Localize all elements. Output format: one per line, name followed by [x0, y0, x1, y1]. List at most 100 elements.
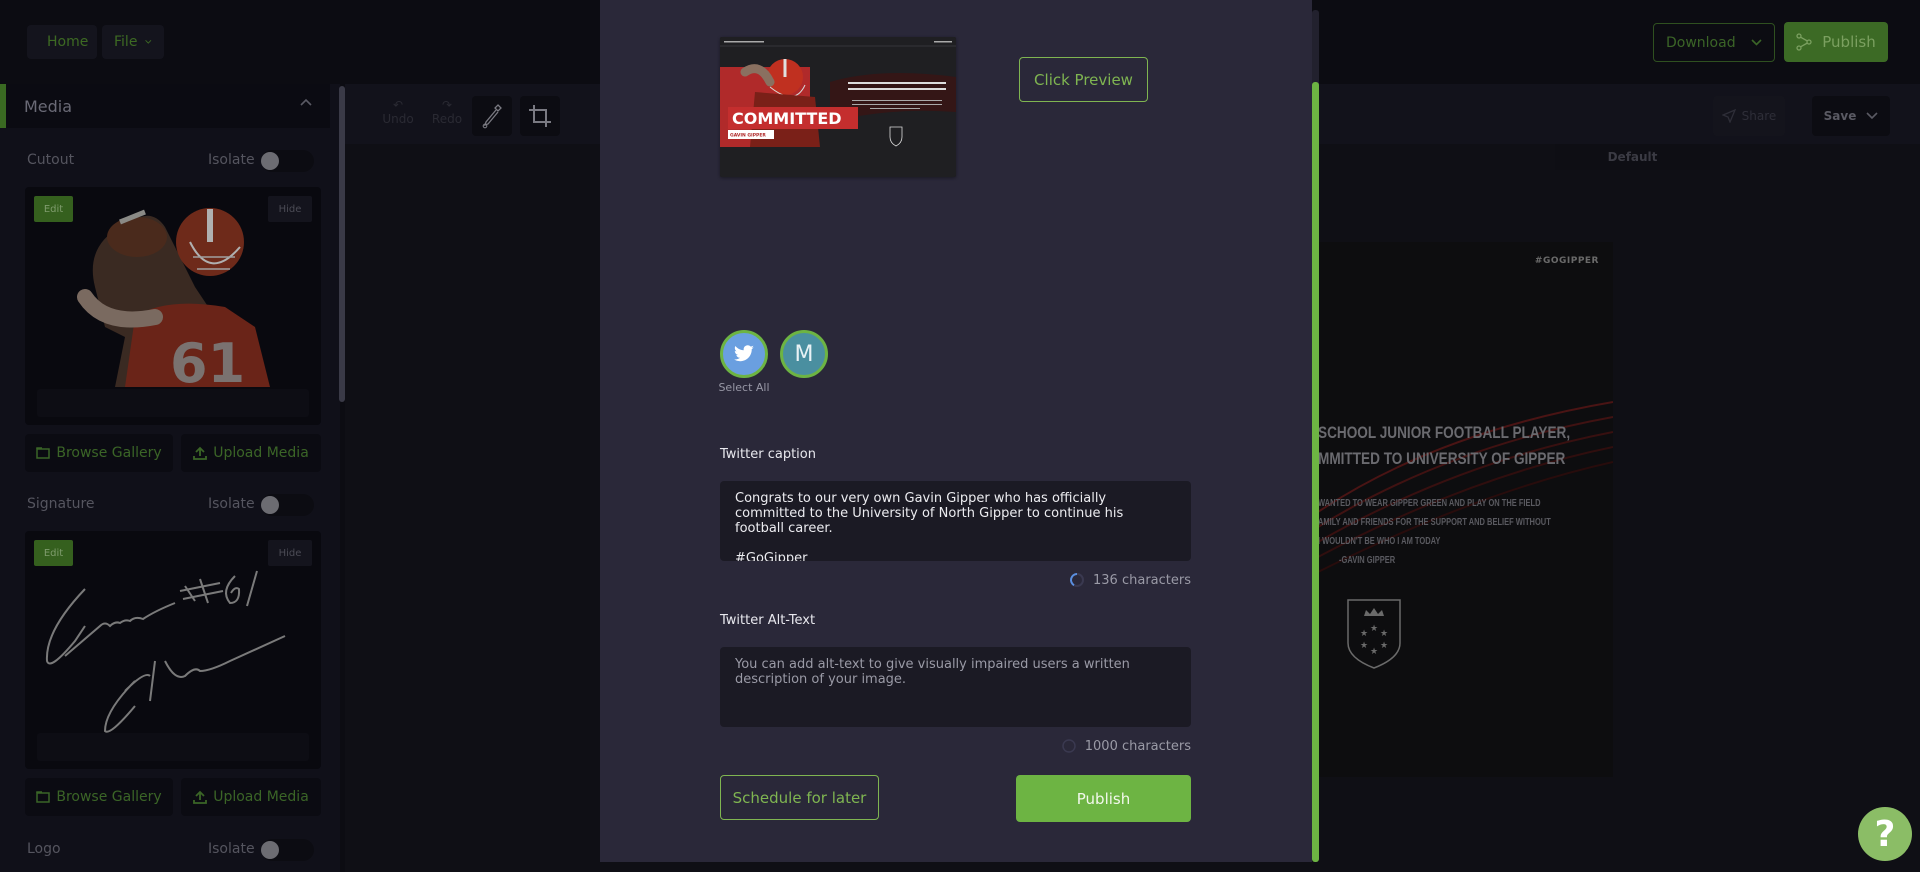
- home-button[interactable]: Home: [27, 25, 97, 59]
- logo-isolate-toggle[interactable]: [261, 839, 314, 861]
- redo-icon: ↷: [441, 98, 453, 112]
- signature-isolate-toggle[interactable]: [261, 494, 314, 516]
- caption-character-counter: 136 characters: [1069, 572, 1191, 588]
- share-nodes-icon: [1796, 33, 1812, 51]
- twitter-caption-label: Twitter caption: [720, 447, 816, 462]
- publish-button[interactable]: Publish: [1016, 775, 1191, 822]
- modal-scrollbar-thumb[interactable]: [1312, 82, 1319, 862]
- quote-line: I WOULDN'T BE WHO I AM TODAY: [1318, 536, 1441, 547]
- twitter-caption-input[interactable]: Congrats to our very own Gavin Gipper wh…: [720, 481, 1191, 561]
- home-label: Home: [47, 34, 89, 50]
- twitter-bird-icon: [734, 345, 754, 362]
- signature-media-preview: Edit Hide: [25, 531, 321, 769]
- share-label: Share: [1741, 109, 1777, 123]
- folder-icon: [36, 447, 51, 459]
- upload-media-label: Upload Media: [213, 445, 309, 461]
- poster-hashtag: #GOGIPPER: [1534, 256, 1599, 266]
- media-title: Media: [24, 97, 73, 116]
- crop-icon: [529, 105, 551, 127]
- file-menu-button[interactable]: File: [102, 25, 164, 59]
- publish-top-label: Publish: [1822, 33, 1876, 51]
- alt-counter-text: 1000 characters: [1084, 738, 1191, 754]
- redo-button[interactable]: ↷ Redo: [427, 98, 467, 126]
- isolate-label: Isolate: [208, 841, 255, 857]
- chevron-down-icon: [1866, 112, 1878, 120]
- upload-icon: [193, 446, 208, 460]
- progress-ring-icon: [1070, 573, 1085, 587]
- quote-line: AMILY AND FRIENDS FOR THE SUPPORT AND BE…: [1318, 517, 1551, 528]
- undo-icon: ↶: [392, 98, 404, 112]
- send-icon: [1721, 109, 1736, 123]
- poster-quote: WANTED TO WEAR GIPPER GREEN AND PLAY ON …: [1318, 494, 1551, 570]
- twitter-account-avatar[interactable]: [720, 330, 768, 378]
- alt-text-character-counter: 1000 characters: [1061, 738, 1191, 754]
- progress-ring-icon: [1062, 739, 1076, 753]
- upload-media-label: Upload Media: [213, 789, 309, 805]
- default-size-tab[interactable]: Default: [1555, 144, 1710, 170]
- headline-line: SCHOOL JUNIOR FOOTBALL PLAYER,: [1318, 423, 1571, 442]
- cutout-upload-media-button[interactable]: Upload Media: [181, 434, 321, 472]
- logo-label: Logo: [27, 841, 61, 857]
- toggle-knob: [261, 152, 279, 170]
- active-indicator: [0, 84, 6, 128]
- thumbnail-title: COMMITTED: [732, 109, 842, 128]
- cutout-edit-button[interactable]: Edit: [34, 196, 73, 222]
- help-button[interactable]: ?: [1858, 807, 1912, 861]
- chevron-up-icon: [300, 98, 312, 106]
- media-footer-bar: [37, 389, 309, 417]
- browse-gallery-label: Browse Gallery: [56, 445, 162, 461]
- eyedropper-button[interactable]: [472, 96, 512, 136]
- svg-text:★: ★: [1370, 647, 1378, 657]
- folder-icon: [36, 791, 51, 803]
- crop-button[interactable]: [520, 96, 560, 136]
- save-label: Save: [1823, 109, 1857, 123]
- m-account-avatar[interactable]: M: [780, 330, 828, 378]
- signature-label: Signature: [27, 496, 95, 512]
- media-sidebar: Media Cutout Isolate 61 Edit Hide Browse…: [0, 84, 340, 872]
- cutout-isolate-toggle[interactable]: [261, 150, 314, 172]
- chevron-down-icon: [145, 40, 152, 44]
- media-footer-bar: [37, 733, 309, 761]
- cutout-media-preview: 61 Edit Hide: [25, 187, 321, 425]
- share-button[interactable]: Share: [1713, 96, 1785, 136]
- signature-browse-gallery-button[interactable]: Browse Gallery: [25, 778, 173, 816]
- svg-text:★: ★: [1380, 641, 1388, 651]
- undo-label: Undo: [382, 112, 414, 126]
- cutout-browse-gallery-button[interactable]: Browse Gallery: [25, 434, 173, 472]
- design-canvas-poster[interactable]: #GOGIPPER SCHOOL JUNIOR FOOTBALL PLAYER,…: [1318, 242, 1613, 777]
- schedule-for-later-button[interactable]: Schedule for later: [720, 775, 879, 820]
- question-mark-icon: ?: [1874, 813, 1896, 855]
- save-button[interactable]: Save: [1812, 96, 1890, 136]
- app-root: Home File Download Publish Media Cutout …: [0, 0, 1920, 872]
- file-label: File: [114, 34, 138, 50]
- signature-upload-media-button[interactable]: Upload Media: [181, 778, 321, 816]
- quote-line: WANTED TO WEAR GIPPER GREEN AND PLAY ON …: [1318, 498, 1541, 509]
- cutout-hide-button[interactable]: Hide: [268, 196, 312, 222]
- svg-text:★: ★: [1370, 624, 1378, 634]
- toggle-knob: [261, 496, 279, 514]
- browse-gallery-label: Browse Gallery: [56, 789, 162, 805]
- poster-headline: SCHOOL JUNIOR FOOTBALL PLAYER, MMITTED T…: [1318, 420, 1570, 472]
- svg-text:★: ★: [1380, 629, 1388, 639]
- signature-edit-button[interactable]: Edit: [34, 540, 73, 566]
- school-crest-icon: ★★ ★ ★ ★★: [1347, 599, 1401, 669]
- headline-line: MMITTED TO UNIVERSITY OF GIPPER: [1318, 449, 1566, 468]
- undo-button[interactable]: ↶ Undo: [378, 98, 418, 126]
- download-button[interactable]: Download: [1653, 23, 1775, 62]
- redo-label: Redo: [431, 112, 463, 126]
- caption-counter-text: 136 characters: [1093, 572, 1191, 588]
- download-label: Download: [1666, 34, 1736, 51]
- media-section-header[interactable]: Media: [0, 84, 330, 128]
- select-all-link[interactable]: Select All: [718, 381, 770, 394]
- twitter-alt-text-input[interactable]: [720, 647, 1191, 727]
- click-preview-button[interactable]: Click Preview: [1019, 57, 1148, 102]
- svg-text:61: 61: [170, 332, 245, 395]
- svg-text:★: ★: [1360, 629, 1368, 639]
- isolate-label: Isolate: [208, 496, 255, 512]
- thumbnail-name: GAVIN GIPPER: [730, 133, 766, 139]
- publish-top-button[interactable]: Publish: [1784, 22, 1888, 62]
- eyedropper-icon: [482, 104, 502, 129]
- signature-hide-button[interactable]: Hide: [268, 540, 312, 566]
- twitter-alt-text-label: Twitter Alt-Text: [720, 613, 816, 628]
- design-preview-thumbnail[interactable]: COMMITTED GAVIN GIPPER: [720, 37, 956, 177]
